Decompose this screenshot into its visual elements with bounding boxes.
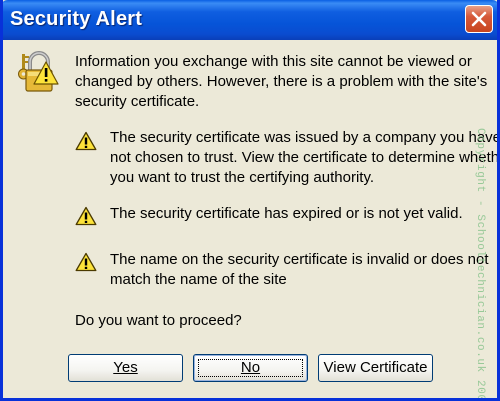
no-button-label: No bbox=[240, 359, 261, 376]
intro-line-2: changed by others. However, there is a p… bbox=[75, 73, 488, 90]
warning-3-line-2: match the name of the site bbox=[110, 271, 287, 288]
yes-button-label: Yes bbox=[113, 359, 138, 376]
copyright-watermark: Copyright - Schooltechnician.co.uk 2005 bbox=[474, 128, 497, 398]
view-certificate-button[interactable]: View Certificate bbox=[318, 354, 433, 382]
warning-triangle-icon bbox=[75, 206, 97, 231]
yes-button[interactable]: Yes bbox=[68, 354, 183, 382]
warning-2-line-1: The security certificate has expired or … bbox=[110, 205, 463, 222]
close-button[interactable] bbox=[465, 5, 493, 33]
view-certificate-button-label: View Certificate bbox=[323, 359, 428, 376]
intro-line-3: security certificate. bbox=[75, 93, 200, 110]
warning-triangle-icon bbox=[75, 252, 97, 277]
warning-1-line-2: not chosen to trust. View the certificat… bbox=[110, 149, 500, 166]
copyright-watermark-text: Copyright - Schooltechnician.co.uk 2005 bbox=[474, 128, 486, 401]
warning-1-line-1: The security certificate was issued by a… bbox=[110, 129, 500, 146]
warning-1-line-3: you want to trust the certifying authori… bbox=[110, 169, 375, 186]
window-title: Security Alert bbox=[10, 8, 143, 30]
title-bar[interactable]: Security Alert bbox=[3, 0, 497, 40]
padlock-warning-icon bbox=[13, 48, 61, 101]
warning-triangle-icon bbox=[75, 131, 97, 156]
warning-3-line-1: The name on the security certificate is … bbox=[110, 251, 489, 268]
intro-line-1: Information you exchange with this site … bbox=[75, 53, 472, 70]
close-icon bbox=[471, 11, 487, 27]
proceed-question: Do you want to proceed? bbox=[75, 312, 242, 329]
security-alert-dialog: Security Alert Information you exchange … bbox=[0, 0, 500, 401]
no-button[interactable]: No bbox=[193, 354, 308, 382]
